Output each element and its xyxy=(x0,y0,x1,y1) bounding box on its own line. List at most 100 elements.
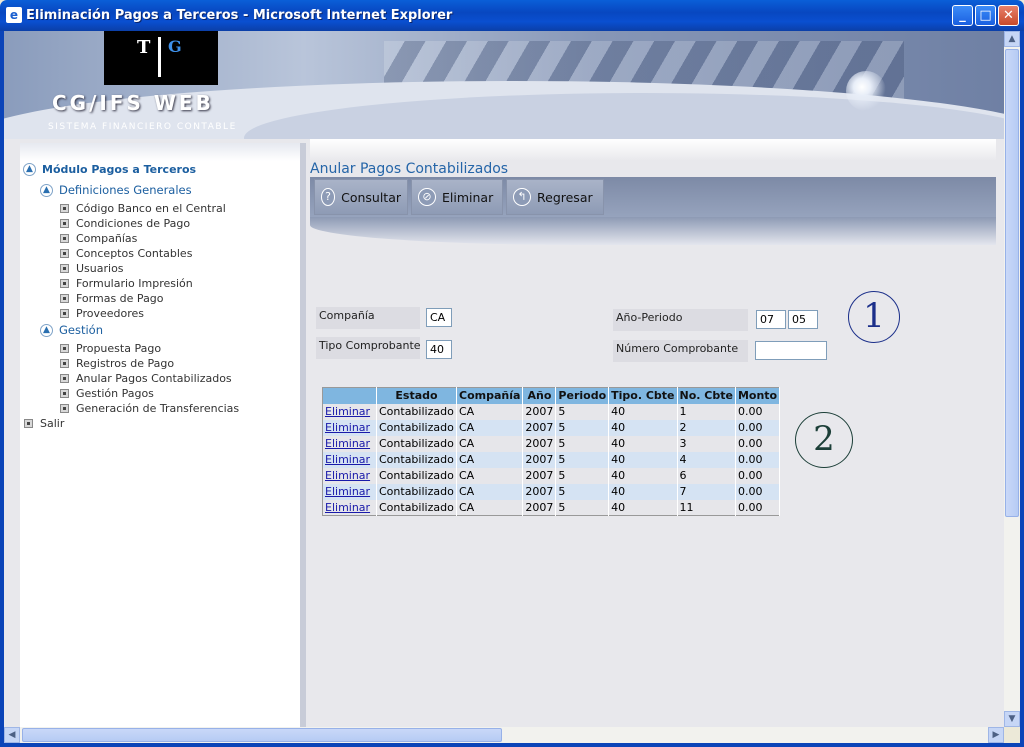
consultar-button[interactable]: ? Consultar xyxy=(314,179,408,215)
cell-no-cbte: 2 xyxy=(677,419,736,436)
cell-anio: 2007 xyxy=(522,419,557,436)
cell-periodo: 5 xyxy=(555,499,610,516)
sidebar-item-generacion-transferencias[interactable]: Generación de Transferencias xyxy=(60,402,239,415)
sidebar-item-proveedores[interactable]: Proveedores xyxy=(60,307,144,320)
sidebar-group-definiciones[interactable]: ▲ Definiciones Generales xyxy=(40,183,192,197)
eliminar-button[interactable]: ⊘ Eliminar xyxy=(411,179,503,215)
anio-periodo-label: Año-Periodo xyxy=(613,309,748,331)
table-row: Eliminar Contabilizado CA 2007 5 40 7 0.… xyxy=(322,483,781,500)
scroll-up-icon[interactable]: ▲ xyxy=(1004,31,1020,47)
bullet-icon xyxy=(60,204,69,213)
sidebar-item-gestion-pagos[interactable]: Gestión Pagos xyxy=(60,387,154,400)
logo-letter-t: T xyxy=(137,37,151,58)
scroll-down-icon[interactable]: ▼ xyxy=(1004,711,1020,727)
sidebar-item-codigo-banco[interactable]: Código Banco en el Central xyxy=(60,202,226,215)
cell-periodo: 5 xyxy=(555,483,610,500)
cell-compania: CA xyxy=(456,499,524,516)
cell-compania: CA xyxy=(456,403,524,420)
bullet-icon xyxy=(60,344,69,353)
cell-compania: CA xyxy=(456,419,524,436)
sidebar-item-anular-pagos[interactable]: Anular Pagos Contabilizados xyxy=(60,372,232,385)
cell-compania: CA xyxy=(456,451,524,468)
cell-periodo: 5 xyxy=(555,435,610,452)
column-header-monto: Monto xyxy=(735,387,781,404)
compania-label: Compañía xyxy=(316,307,420,329)
sidebar-item-salir[interactable]: Salir xyxy=(24,417,64,430)
cell-estado: Contabilizado xyxy=(376,467,457,484)
sidebar-item-condiciones-pago[interactable]: Condiciones de Pago xyxy=(60,217,190,230)
horizontal-scroll-thumb[interactable] xyxy=(22,728,502,742)
eliminar-link[interactable]: Eliminar xyxy=(325,469,370,482)
column-header-estado: Estado xyxy=(376,387,457,404)
cell-tipo-cbte: 40 xyxy=(608,451,678,468)
eliminar-link[interactable]: Eliminar xyxy=(325,405,370,418)
header-banner: T G CG/IFS WEB SISTEMA FINANCIERO CONTAB… xyxy=(4,31,1004,139)
numero-comprobante-label: Número Comprobante xyxy=(613,340,748,362)
annotation-circle-2: 2 xyxy=(795,412,853,468)
toolbar-underlay xyxy=(310,217,996,245)
sidebar-item-formas-pago[interactable]: Formas de Pago xyxy=(60,292,164,305)
cell-compania: CA xyxy=(456,467,524,484)
banner-orb xyxy=(846,71,886,111)
sidebar-nav: ▲ Módulo Pagos a Terceros ▲ Definiciones… xyxy=(20,143,306,727)
sidebar-module[interactable]: ▲ Módulo Pagos a Terceros xyxy=(23,163,196,176)
eliminar-link[interactable]: Eliminar xyxy=(325,501,370,514)
sidebar-item-formulario-impresion[interactable]: Formulario Impresión xyxy=(60,277,193,290)
eliminar-link[interactable]: Eliminar xyxy=(325,437,370,450)
bullet-icon xyxy=(60,279,69,288)
table-row: Eliminar Contabilizado CA 2007 5 40 4 0.… xyxy=(322,451,781,468)
tipo-comprobante-input[interactable] xyxy=(426,340,452,359)
sidebar-item-propuesta-pago[interactable]: Propuesta Pago xyxy=(60,342,161,355)
regresar-button[interactable]: ↰ Regresar xyxy=(506,179,604,215)
sidebar-group-gestion[interactable]: ▲ Gestión xyxy=(40,323,103,337)
column-header-compania: Compañía xyxy=(456,387,524,404)
eliminar-link[interactable]: Eliminar xyxy=(325,453,370,466)
sidebar-module-label: Módulo Pagos a Terceros xyxy=(42,163,197,176)
anio-input[interactable] xyxy=(756,310,786,329)
compania-input[interactable] xyxy=(426,308,452,327)
cell-estado: Contabilizado xyxy=(376,451,457,468)
logo-divider xyxy=(158,37,161,77)
cell-periodo: 5 xyxy=(555,467,610,484)
cell-no-cbte: 7 xyxy=(677,483,736,500)
scroll-left-icon[interactable]: ◀ xyxy=(4,727,20,743)
cell-compania: CA xyxy=(456,435,524,452)
eliminar-link[interactable]: Eliminar xyxy=(325,421,370,434)
bullet-icon xyxy=(60,389,69,398)
bullet-icon xyxy=(60,264,69,273)
table-row: Eliminar Contabilizado CA 2007 5 40 11 0… xyxy=(322,499,781,516)
bullet-icon xyxy=(60,309,69,318)
numero-comprobante-input[interactable] xyxy=(755,341,827,360)
eliminar-link[interactable]: Eliminar xyxy=(325,485,370,498)
close-button[interactable]: ✕ xyxy=(998,5,1019,26)
window-title: Eliminación Pagos a Terceros - Microsoft… xyxy=(26,8,453,23)
cell-no-cbte: 11 xyxy=(677,499,736,516)
vertical-scrollbar[interactable]: ▲ ▼ xyxy=(1004,31,1020,727)
minimize-button[interactable]: _ xyxy=(952,5,973,26)
window-titlebar: e Eliminación Pagos a Terceros - Microso… xyxy=(0,0,1024,31)
bullet-icon xyxy=(60,249,69,258)
cell-anio: 2007 xyxy=(522,451,557,468)
sidebar-item-companias[interactable]: Compañías xyxy=(60,232,137,245)
sidebar-item-usuarios[interactable]: Usuarios xyxy=(60,262,124,275)
cell-no-cbte: 6 xyxy=(677,467,736,484)
scroll-right-icon[interactable]: ▶ xyxy=(988,727,1004,743)
sidebar-item-registros-pago[interactable]: Registros de Pago xyxy=(60,357,174,370)
vertical-scroll-thumb[interactable] xyxy=(1005,49,1019,517)
toolbar: ? Consultar ⊘ Eliminar ↰ Regresar xyxy=(310,177,996,217)
logo-letter-g: G xyxy=(168,37,182,56)
regresar-label: Regresar xyxy=(537,189,593,205)
eliminar-label: Eliminar xyxy=(442,189,494,205)
column-header-action xyxy=(322,387,377,404)
sidebar-item-label: Conceptos Contables xyxy=(76,247,193,260)
sidebar-group-label: Gestión xyxy=(59,323,104,337)
collapse-arrow-icon: ▲ xyxy=(23,163,36,176)
maximize-button[interactable]: □ xyxy=(975,5,996,26)
cell-monto: 0.00 xyxy=(735,403,781,420)
periodo-input[interactable] xyxy=(788,310,818,329)
sidebar-item-conceptos-contables[interactable]: Conceptos Contables xyxy=(60,247,192,260)
consultar-label: Consultar xyxy=(341,189,401,205)
horizontal-scrollbar[interactable]: ◀ ▶ xyxy=(4,727,1004,743)
sidebar-item-label: Formulario Impresión xyxy=(76,277,193,290)
bullet-icon xyxy=(60,359,69,368)
